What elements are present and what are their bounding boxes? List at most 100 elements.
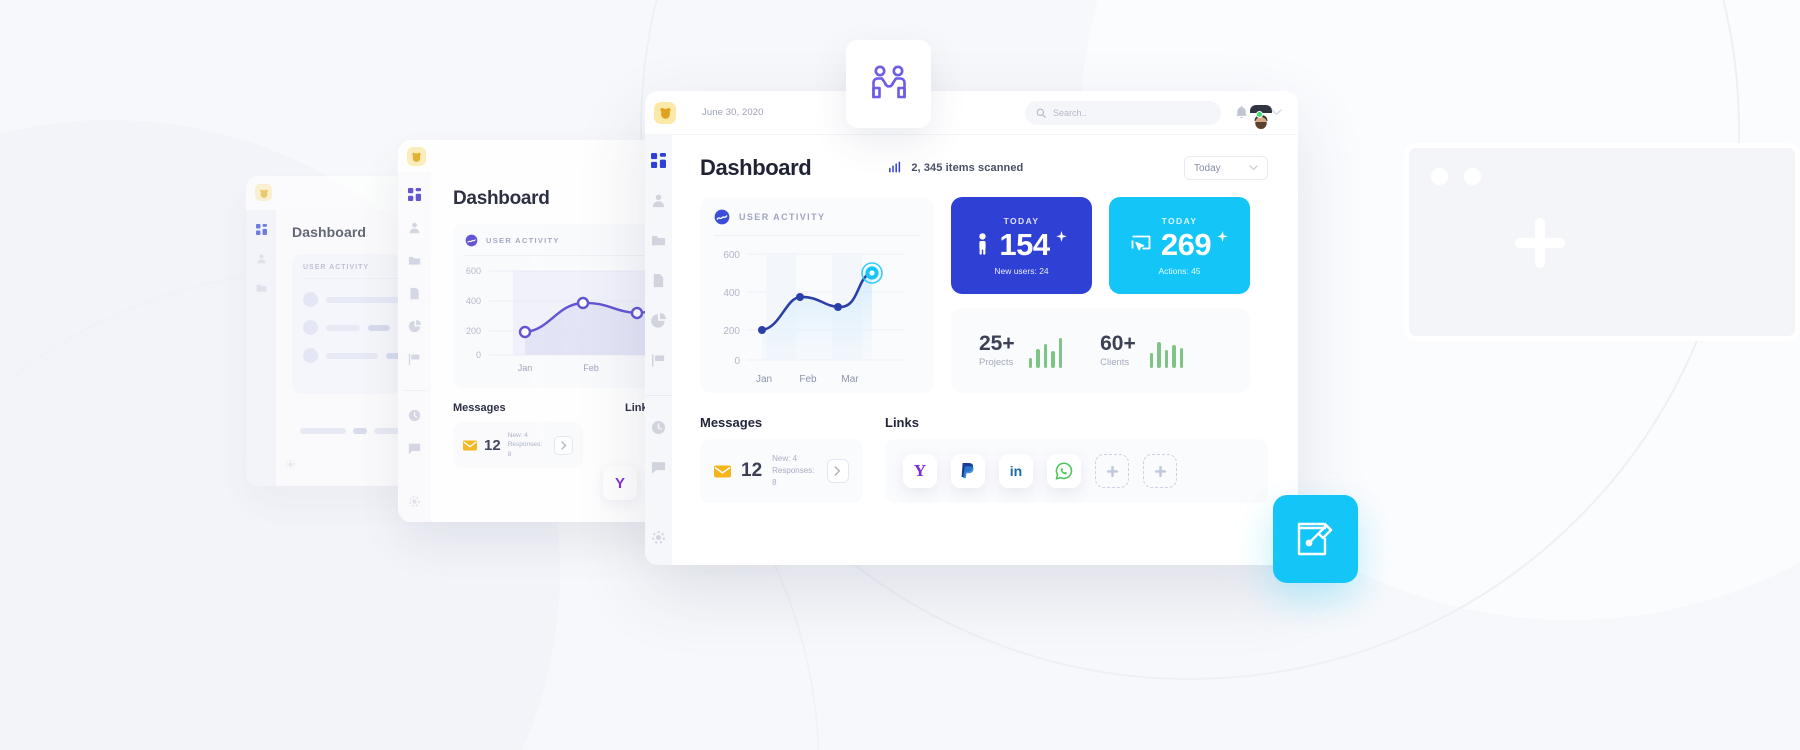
sidebar-item-documents[interactable] [651,273,666,288]
main-content: Dashboard 2, 345 items scanned Today USE… [672,135,1298,565]
summary-label: Clients [1100,357,1130,368]
current-date: June 30, 2020 [702,107,764,118]
sidebar-item-goals[interactable] [408,353,421,366]
user-activity-chart-card: USER ACTIVITY 600 400 200 0 [700,197,934,393]
messages-open-button[interactable] [554,435,573,455]
links-card: Y in [885,439,1268,503]
main-sidebar[interactable] [645,135,672,565]
sidebar-item-users[interactable] [651,193,666,208]
sidebar-item-history[interactable] [408,409,421,422]
link-linkedin[interactable]: in [999,454,1033,488]
sidebar-item-folders[interactable] [408,254,421,267]
activity-icon [465,234,478,247]
messages-card[interactable]: 12 New: 4 Responses: 8 [453,422,583,468]
partnership-float-card[interactable] [846,40,931,128]
sidebar-item-documents[interactable] [408,287,421,300]
sidebar-item-messages[interactable] [651,460,666,475]
stat-subtitle: New users: 24 [994,265,1049,276]
page-title: Dashboard [700,155,812,180]
whatsapp-icon [1055,462,1073,480]
link-yahoo[interactable]: Y [603,466,637,500]
link-add-placeholder-1[interactable] [1095,454,1129,488]
placeholder-bar [326,296,402,303]
grid-icon[interactable] [255,224,267,235]
signal-icon [887,161,902,175]
bear-logo-icon [407,146,426,166]
svg-text:Mar: Mar [841,374,859,385]
chart-title: USER ACTIVITY [486,236,560,245]
sidebar-item-settings[interactable] [408,495,421,508]
messages-count: 12 [484,436,501,454]
summary-value: 25+ [979,332,1015,355]
items-scanned: 2, 345 items scanned [887,161,1023,175]
edit-design-icon [1296,520,1336,558]
handshake-icon [868,64,910,104]
sidebar-item-analytics[interactable] [408,320,421,333]
sparkline-bars [1149,334,1184,368]
bear-logo-icon [255,184,272,201]
chevron-down-icon [1249,165,1258,171]
bear-logo-icon[interactable] [654,101,676,124]
sparkline-bars [1028,334,1063,368]
chevron-down-icon[interactable] [1271,109,1282,116]
messages-card[interactable]: 12 New: 4 Responses: 8 [700,439,863,503]
cursor-screen-icon [1131,235,1151,253]
avatar [303,320,318,335]
sidebar-item-analytics[interactable] [651,313,666,328]
range-select[interactable]: Today [1184,156,1268,180]
mail-icon [714,465,731,478]
sidebar-item-history[interactable] [651,420,666,435]
sparkle-up-icon [1055,230,1067,244]
data-point-2 [796,293,804,301]
summary-stat-clients: 60+ Clients [1100,332,1184,368]
mid-window-sidebar[interactable] [398,172,431,522]
search-input[interactable] [1053,107,1210,118]
yahoo-icon: Y [913,461,927,480]
sidebar-item-folders[interactable] [651,233,666,248]
search-input-wrapper[interactable] [1025,100,1221,125]
summary-value: 60+ [1100,332,1136,355]
sidebar-item-dashboard[interactable] [651,153,666,168]
search-icon [1036,108,1046,118]
bell-icon[interactable] [1235,105,1248,120]
sidebar-item-goals[interactable] [651,353,666,368]
messages-section-title: Messages [453,402,506,414]
link-add-placeholder-2[interactable] [1143,454,1177,488]
sidebar-item-messages[interactable] [408,442,421,455]
placeholder-bar [326,324,360,331]
svg-text:Feb: Feb [583,363,599,373]
link-whatsapp[interactable] [1047,454,1081,488]
stat-card-actions[interactable]: TODAY 269 Actions: 45 [1109,197,1250,294]
messages-open-button[interactable] [826,459,849,483]
svg-text:Jan: Jan [518,363,533,373]
status-badge [1256,110,1263,118]
svg-text:Jan: Jan [756,374,772,385]
sparkle-up-icon [1217,230,1228,244]
main-dashboard-window[interactable]: June 30, 2020 Search.. Dashboard 2, 345 … [645,91,1298,565]
links-section-title: Links [885,415,919,430]
stat-value: 154 [999,226,1050,262]
plus-icon [1507,210,1573,276]
link-paypal[interactable] [951,454,985,488]
messages-new-label: New: 4 [507,431,528,439]
gear-icon[interactable] [285,459,296,470]
back-window-sidebar[interactable] [246,210,276,486]
chart-title: USER ACTIVITY [739,212,826,222]
avatar [303,348,318,363]
link-yahoo[interactable]: Y [903,454,937,488]
data-point-3 [834,303,842,311]
plus-icon [1106,465,1118,477]
messages-responses-label: Responses: 8 [772,466,815,487]
folder-icon[interactable] [256,282,267,293]
placeholder-bar [374,428,400,434]
user-icon[interactable] [256,253,267,264]
add-window-placeholder[interactable] [1404,143,1800,341]
stat-period: TODAY [1003,215,1040,226]
sidebar-item-users[interactable] [408,221,421,234]
stat-card-users[interactable]: TODAY 154 New users: 24 [951,197,1092,294]
sidebar-item-dashboard[interactable] [408,188,421,201]
design-edit-fab[interactable] [1273,495,1358,583]
placeholder-pill [353,428,367,434]
sidebar-item-settings[interactable] [651,530,666,545]
messages-count: 12 [741,460,763,481]
